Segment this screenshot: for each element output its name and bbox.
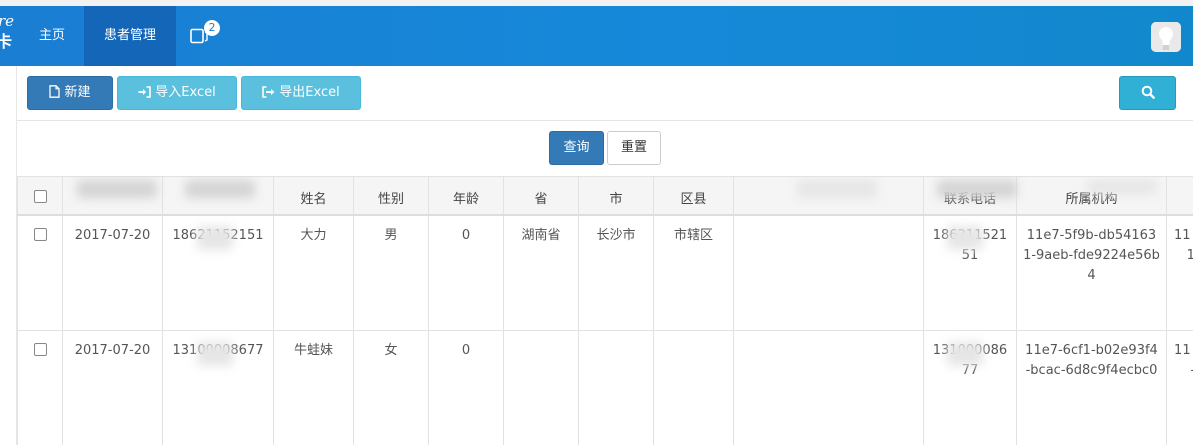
nav-item-home[interactable]: 主页 (20, 6, 84, 66)
phone-blur-mask (197, 342, 233, 366)
header-name[interactable]: 姓名 (273, 176, 354, 216)
import-excel-button[interactable]: 导入Excel (117, 76, 237, 110)
cell-name: 大力 (273, 214, 354, 331)
brand-text-line2: 卡 (0, 32, 13, 51)
cell-age: 0 (428, 214, 504, 331)
header-district[interactable]: 区县 (653, 176, 734, 216)
cell-district (653, 330, 734, 445)
top-navbar: re 卡 主页 患者管理 2 (0, 0, 1193, 66)
cell-gender: 女 (353, 330, 429, 445)
header-blur-mask (185, 180, 255, 198)
user-icon (1151, 22, 1181, 52)
new-button-label: 新建 (64, 85, 91, 100)
patient-table-container[interactable]: 姓名 性别 年龄 省 市 区县 联系电话 所属机构 2017-07-20 186… (17, 176, 1193, 445)
file-icon (49, 85, 61, 98)
table-row[interactable]: 2017-07-20 18621152151 大力 男 0 湖南省 长沙市 市辖… (17, 214, 1193, 331)
export-excel-label: 导出Excel (279, 85, 340, 100)
phone-blur-mask (197, 226, 233, 250)
phone-blur-mask (947, 342, 983, 366)
nav-item-notifications[interactable]: 2 (176, 6, 226, 66)
cell-organization: 11e7-5f9b-db541631-9aeb-fde9224e56b4 (1016, 214, 1167, 331)
cell-extra (733, 330, 924, 445)
header-col-12[interactable] (1166, 176, 1193, 216)
row-select-cell[interactable] (17, 214, 63, 331)
select-all-cell[interactable] (17, 176, 63, 216)
search-icon (1141, 85, 1155, 99)
cell-organization: 11e7-6cf1-b02e93f4-bcac-6d8c9f4ecbc0 (1016, 330, 1167, 445)
cell-more: 11 9- d1 2 (1166, 214, 1193, 331)
left-gutter (0, 66, 17, 445)
cell-city: 长沙市 (578, 214, 654, 331)
notification-badge: 2 (204, 20, 220, 36)
header-blur-mask (1087, 180, 1157, 194)
toolbar: 新建 导入Excel 导出Excel (17, 66, 1193, 121)
row-checkbox[interactable] (33, 227, 47, 241)
header-name-label: 姓名 (300, 192, 327, 207)
header-province[interactable]: 省 (503, 176, 579, 216)
header-city[interactable]: 市 (578, 176, 654, 216)
cell-district: 市辖区 (653, 214, 734, 331)
import-icon (138, 85, 152, 98)
cell-extra (733, 214, 924, 331)
cell-date: 2017-07-20 (62, 330, 163, 445)
table-row[interactable]: 2017-07-20 13100008677 牛蛙妹 女 0 131000086… (17, 330, 1193, 445)
patient-table: 姓名 性别 年龄 省 市 区县 联系电话 所属机构 2017-07-20 186… (17, 176, 1193, 445)
cell-more: 11 d 7f -2 (1166, 330, 1193, 445)
header-blur-mask (937, 180, 1017, 198)
cell-gender: 男 (353, 214, 429, 331)
header-blur-mask (77, 180, 157, 198)
brand-logo[interactable]: re 卡 (0, 12, 20, 58)
query-button[interactable]: 查询 (549, 131, 604, 165)
select-all-checkbox[interactable] (33, 190, 47, 203)
row-select-cell[interactable] (17, 330, 63, 445)
new-button[interactable]: 新建 (27, 76, 113, 110)
phone-blur-mask (947, 226, 983, 250)
cell-province (503, 330, 579, 445)
import-excel-label: 导入Excel (155, 85, 216, 100)
cell-date: 2017-07-20 (62, 214, 163, 331)
user-avatar[interactable] (1151, 22, 1181, 52)
reset-button[interactable]: 重置 (607, 131, 661, 165)
row-checkbox[interactable] (33, 343, 47, 356)
search-button[interactable] (1119, 76, 1176, 110)
export-icon (262, 85, 275, 98)
header-blur-mask (797, 180, 877, 198)
cell-province: 湖南省 (503, 214, 579, 331)
app-window: re 卡 主页 患者管理 2 新建 (0, 0, 1193, 445)
export-excel-button[interactable]: 导出Excel (241, 76, 361, 110)
header-age[interactable]: 年龄 (428, 176, 504, 216)
nav-item-patient-management[interactable]: 患者管理 (84, 6, 176, 66)
brand-text-line1: re (0, 12, 15, 30)
cell-city (578, 330, 654, 445)
header-gender[interactable]: 性别 (353, 176, 429, 216)
query-bar: 查询 重置 (17, 121, 1193, 176)
cell-age: 0 (428, 330, 504, 445)
cell-name: 牛蛙妹 (273, 330, 354, 445)
